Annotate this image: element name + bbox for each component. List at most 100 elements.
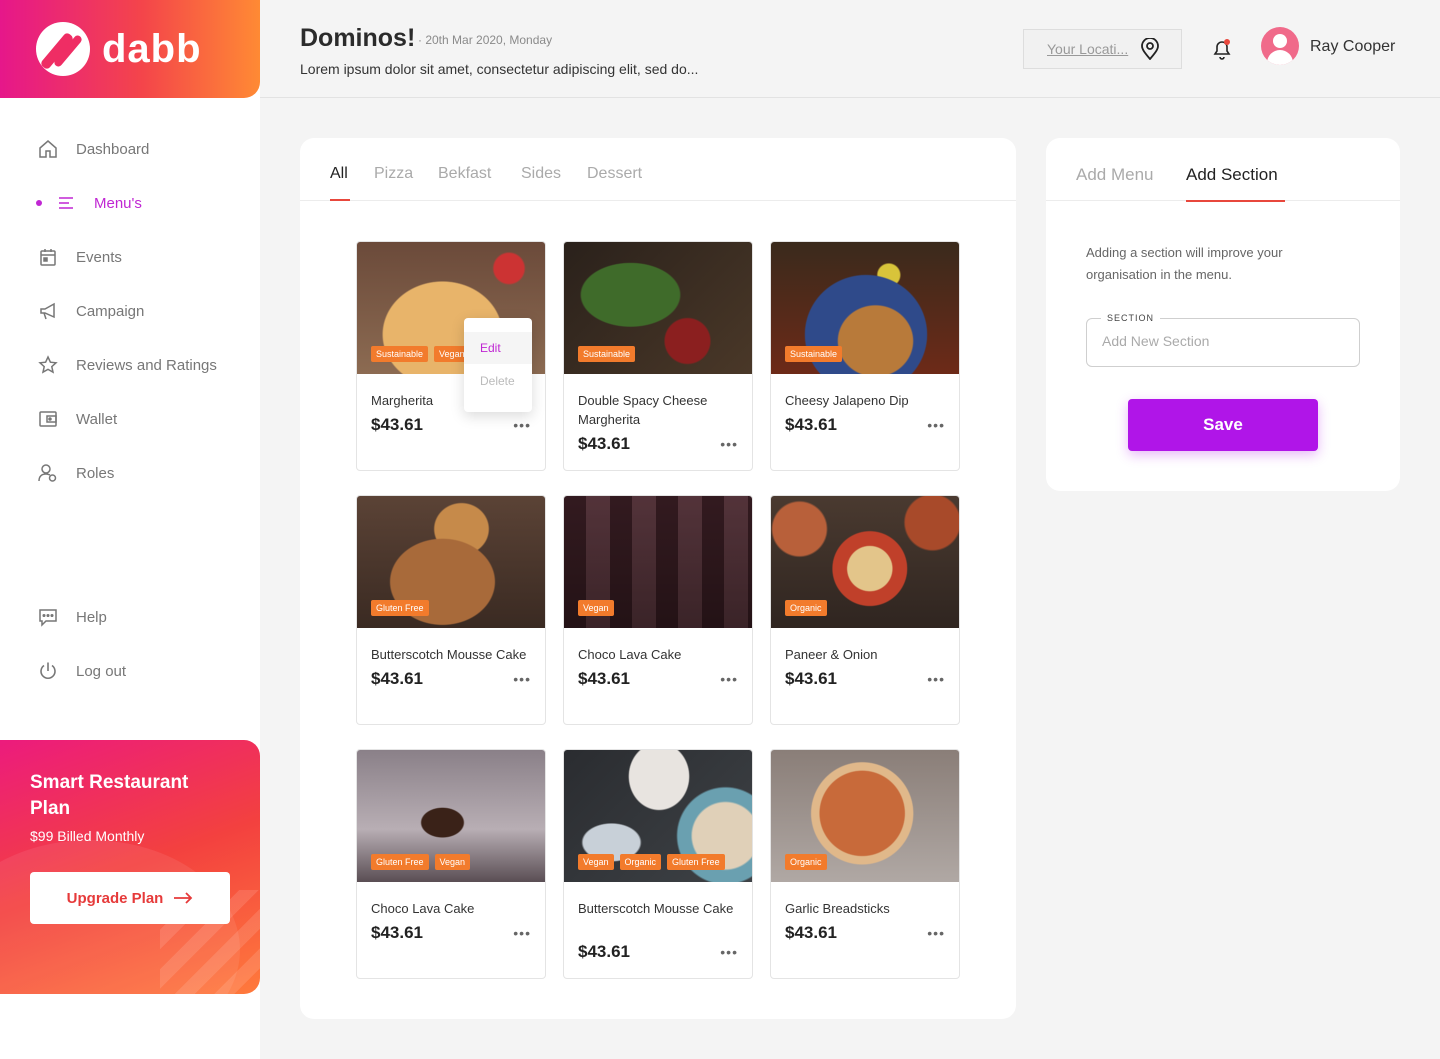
- tag-badge: Sustainable: [371, 346, 429, 362]
- menu-item-card[interactable]: Organic Garlic Breadsticks $43.61 •••: [770, 749, 960, 979]
- tag-badge: Sustainable: [578, 346, 636, 362]
- category-tabs: All Pizza Bekfast Sides Dessert: [300, 138, 1016, 201]
- item-tags: Vegan: [578, 600, 614, 616]
- tag-badge: Vegan: [578, 600, 614, 616]
- nav-help[interactable]: Help: [0, 590, 260, 644]
- item-tags: Organic: [785, 600, 827, 616]
- upgrade-plan-button[interactable]: Upgrade Plan: [30, 872, 230, 924]
- more-options-icon[interactable]: •••: [927, 925, 945, 941]
- tag-badge: Vegan: [578, 854, 614, 870]
- tag-badge: Sustainable: [785, 346, 843, 362]
- menu-item-card[interactable]: Organic Paneer & Onion $43.61 •••: [770, 495, 960, 725]
- item-price: $43.61: [785, 669, 837, 688]
- arrow-right-icon: [174, 892, 193, 904]
- menu-item-card[interactable]: Gluten Free Butterscotch Mousse Cake $43…: [356, 495, 546, 725]
- more-options-icon[interactable]: •••: [513, 417, 531, 433]
- sidebar: dabb Dashboard Menu's Events Campaign Re…: [0, 0, 260, 1059]
- top-header: Dominos! · 20th Mar 2020, Monday Lorem i…: [260, 0, 1440, 98]
- item-price: $43.61: [371, 669, 423, 688]
- brand-name: dabb: [102, 26, 202, 71]
- item-name: Butterscotch Mousse Cake: [578, 901, 734, 916]
- main-nav: Dashboard Menu's Events Campaign Reviews…: [0, 122, 260, 500]
- nav-logout[interactable]: Log out: [0, 644, 260, 698]
- more-options-icon[interactable]: •••: [513, 925, 531, 941]
- tab-add-menu[interactable]: Add Menu: [1076, 165, 1154, 185]
- save-button[interactable]: Save: [1128, 399, 1318, 451]
- location-selector[interactable]: Your Locati...: [1023, 29, 1182, 69]
- location-input[interactable]: Your Locati...: [1047, 41, 1128, 57]
- nav-events[interactable]: Events: [0, 230, 260, 284]
- item-context-menu: Edit Delete: [464, 318, 532, 412]
- section-field-label: SECTION: [1101, 313, 1161, 323]
- menu-item-card[interactable]: Sustainable Double Spacy Cheese Margheri…: [563, 241, 753, 471]
- section-input[interactable]: [1102, 333, 1342, 349]
- more-options-icon[interactable]: •••: [927, 671, 945, 687]
- wallet-icon: [38, 409, 58, 429]
- tab-dessert[interactable]: Dessert: [587, 165, 642, 183]
- nav-reviews[interactable]: Reviews and Ratings: [0, 338, 260, 392]
- tab-all[interactable]: All: [330, 165, 350, 201]
- item-price: $43.61: [371, 415, 423, 434]
- tag-badge: Gluten Free: [667, 854, 725, 870]
- nav-label: Campaign: [76, 302, 145, 320]
- menu-item-card[interactable]: Gluten Free Vegan Choco Lava Cake $43.61…: [356, 749, 546, 979]
- upgrade-plan-label: Upgrade Plan: [66, 889, 164, 907]
- item-name: Butterscotch Mousse Cake: [371, 647, 527, 662]
- item-tags: Organic: [785, 854, 827, 870]
- secondary-nav: Help Log out: [0, 590, 260, 698]
- upgrade-promo: Smart Restaurant Plan $99 Billed Monthly…: [0, 740, 260, 994]
- more-options-icon[interactable]: •••: [513, 671, 531, 687]
- menu-item-card[interactable]: Sustainable Cheesy Jalapeno Dip $43.61 •…: [770, 241, 960, 471]
- menu-item-card[interactable]: Vegan Choco Lava Cake $43.61 •••: [563, 495, 753, 725]
- megaphone-icon: [38, 301, 58, 321]
- more-options-icon[interactable]: •••: [720, 944, 738, 960]
- item-price: $43.61: [785, 415, 837, 434]
- edit-menu-item[interactable]: Edit: [464, 332, 532, 364]
- more-options-icon[interactable]: •••: [927, 417, 945, 433]
- tag-badge: Gluten Free: [371, 854, 429, 870]
- chat-icon: [38, 607, 58, 627]
- add-section-panel: Add Menu Add Section Adding a section wi…: [1046, 138, 1400, 491]
- nav-label: Reviews and Ratings: [76, 356, 217, 374]
- tag-badge: Organic: [785, 854, 827, 870]
- nav-wallet[interactable]: Wallet: [0, 392, 260, 446]
- more-options-icon[interactable]: •••: [720, 436, 738, 452]
- user-avatar[interactable]: [1261, 27, 1299, 65]
- item-tags: Gluten Free Vegan: [371, 854, 471, 870]
- item-tags: Vegan Organic Gluten Free: [578, 854, 725, 870]
- nav-menus[interactable]: Menu's: [0, 176, 260, 230]
- item-price: $43.61: [785, 923, 837, 942]
- bell-icon: [1213, 39, 1231, 60]
- calendar-icon: [38, 247, 58, 267]
- tag-badge: Gluten Free: [371, 600, 429, 616]
- panel-description: Adding a section will improve your organ…: [1086, 245, 1283, 282]
- tab-breakfast[interactable]: Bekfast: [438, 165, 491, 183]
- item-name: Paneer & Onion: [785, 647, 878, 662]
- nav-roles[interactable]: Roles: [0, 446, 260, 500]
- more-options-icon[interactable]: •••: [720, 671, 738, 687]
- item-price: $43.61: [578, 669, 630, 688]
- promo-price: $99 Billed Monthly: [30, 828, 145, 844]
- nav-label: Roles: [76, 464, 115, 482]
- delete-menu-item[interactable]: Delete: [480, 374, 515, 388]
- menu-card: All Pizza Bekfast Sides Dessert Sustaina…: [300, 138, 1016, 1019]
- section-field[interactable]: SECTION: [1086, 313, 1360, 367]
- nav-label: Events: [76, 248, 122, 266]
- item-tags: Sustainable Vegan: [371, 346, 470, 362]
- tab-sides[interactable]: Sides: [521, 165, 561, 183]
- item-price: $43.61: [371, 923, 423, 942]
- nav-dashboard[interactable]: Dashboard: [0, 122, 260, 176]
- menu-item-card[interactable]: Vegan Organic Gluten Free Butterscotch M…: [563, 749, 753, 979]
- tab-add-section[interactable]: Add Section: [1186, 165, 1285, 202]
- tag-badge: Organic: [785, 600, 827, 616]
- brand-logo[interactable]: dabb: [0, 0, 260, 98]
- notifications-bell[interactable]: [1210, 37, 1234, 61]
- tab-pizza[interactable]: Pizza: [374, 165, 413, 183]
- item-name: Garlic Breadsticks: [785, 901, 890, 916]
- nav-label: Menu's: [94, 194, 142, 212]
- user-name[interactable]: Ray Cooper: [1310, 38, 1395, 56]
- item-tags: Sustainable: [578, 346, 636, 362]
- nav-campaign[interactable]: Campaign: [0, 284, 260, 338]
- item-tags: Gluten Free: [371, 600, 429, 616]
- nav-label: Wallet: [76, 410, 118, 428]
